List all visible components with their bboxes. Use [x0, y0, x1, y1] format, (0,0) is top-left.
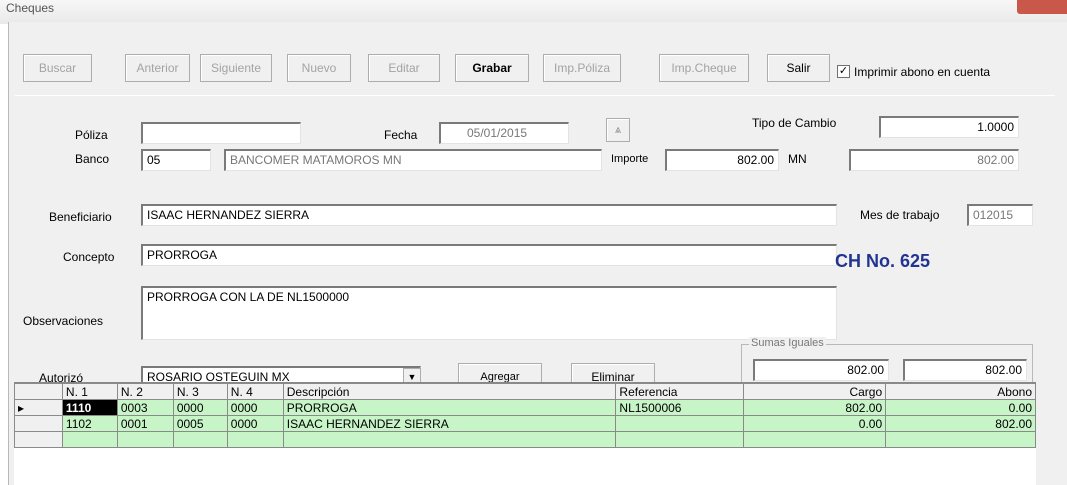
row-header [14, 431, 63, 448]
tipo-cambio-label: Tipo de Cambio [752, 116, 837, 130]
col-header-n4[interactable]: N. 4 [226, 383, 284, 400]
beneficiario-label: Beneficiario [49, 210, 112, 224]
importe-input[interactable]: 802.00 [665, 149, 779, 171]
grid-cell[interactable]: 0.00 [743, 415, 887, 432]
title-bar: Cheques [0, 0, 1067, 24]
col-header-cargo[interactable]: Cargo [743, 383, 887, 400]
grid-cell[interactable]: 0000 [172, 399, 228, 416]
table-row[interactable]: ▸ 1110 0003 0000 0000 PRORROGA NL1500006… [14, 399, 1036, 416]
mes-trabajo-field: 012015 [967, 204, 1033, 226]
current-row-indicator-icon: ▸ [14, 399, 63, 416]
salir-button[interactable]: Salir [767, 54, 830, 82]
col-header-descripcion[interactable]: Descripción [282, 383, 617, 400]
grid-cell[interactable]: PRORROGA [282, 399, 617, 416]
mes-trabajo-label: Mes de trabajo [860, 208, 940, 222]
nuevo-button[interactable]: Nuevo [287, 54, 351, 82]
observaciones-label: Observaciones [23, 314, 104, 328]
buscar-button[interactable]: Buscar [23, 54, 92, 82]
grid-cell[interactable]: 0003 [116, 399, 174, 416]
grid-cell[interactable]: 0005 [172, 415, 228, 432]
col-header-n1[interactable]: N. 1 [61, 383, 118, 400]
beneficiario-input[interactable]: ISAAC HERNANDEZ SIERRA [141, 204, 837, 226]
grid-cell[interactable] [172, 431, 228, 448]
imp-cheque-button[interactable]: Imp.Cheque [659, 54, 749, 82]
sumas-abono-field: 802.00 [903, 359, 1027, 381]
siguiente-button[interactable]: Siguiente [200, 54, 272, 82]
grid-cell[interactable] [61, 431, 118, 448]
check-number: CH No. 625 [835, 251, 931, 271]
col-header-referencia[interactable]: Referencia [615, 383, 745, 400]
row-header-corner [14, 383, 63, 400]
mn-label: MN [788, 152, 807, 166]
grid-cell[interactable]: 802.00 [743, 399, 887, 416]
tipo-cambio-input[interactable]: 1.0000 [879, 116, 1019, 138]
grid-cell[interactable]: 1102 [61, 415, 118, 432]
imp-poliza-button[interactable]: Imp.Póliza [543, 54, 621, 82]
grid-cell[interactable] [226, 431, 284, 448]
col-header-abono[interactable]: Abono [885, 383, 1036, 400]
row-header [14, 415, 63, 432]
observaciones-textarea[interactable]: PRORROGA CON LA DE NL1500000 [141, 286, 837, 340]
toolbar-separator [15, 95, 1055, 96]
col-header-n2[interactable]: N. 2 [116, 383, 174, 400]
col-header-n3[interactable]: N. 3 [172, 383, 228, 400]
poliza-input[interactable] [141, 122, 301, 144]
imprimir-abono-label: Imprimir abono en cuenta [854, 65, 991, 79]
calendar-button[interactable]: ⩓ [606, 118, 630, 142]
grid-cell[interactable]: 802.00 [885, 415, 1036, 432]
concepto-label: Concepto [63, 250, 115, 264]
detalle-grid: N. 1 N. 2 N. 3 N. 4 Descripción Referenc… [14, 382, 1036, 485]
grid-cell[interactable] [615, 415, 745, 432]
grid-cell[interactable]: 1110 [61, 399, 118, 416]
grabar-button[interactable]: Grabar [455, 54, 529, 82]
banco-name-field: BANCOMER MATAMOROS MN [224, 149, 602, 171]
imprimir-abono-checkbox[interactable]: ✓ [837, 65, 850, 78]
table-row[interactable]: 1102 0001 0005 0000 ISAAC HERNANDEZ SIER… [14, 415, 1036, 432]
sumas-cargo-field: 802.00 [753, 359, 889, 381]
table-row-new[interactable] [14, 431, 1036, 448]
grid-cell[interactable]: 0000 [226, 415, 284, 432]
grid-cell[interactable]: 0000 [226, 399, 284, 416]
concepto-input[interactable]: PRORROGA [141, 244, 837, 266]
grid-cell[interactable]: ISAAC HERNANDEZ SIERRA [282, 415, 617, 432]
detalle-table: N. 1 N. 2 N. 3 N. 4 Descripción Referenc… [14, 383, 1036, 448]
sumas-iguales-title: Sumas Iguales [749, 337, 826, 349]
poliza-label: Póliza [75, 128, 108, 142]
close-button[interactable] [1017, 0, 1067, 14]
fecha-label: Fecha [384, 128, 418, 142]
grid-cell[interactable] [282, 431, 617, 448]
fecha-input[interactable]: 05/01/2015 [439, 122, 569, 144]
grid-cell[interactable] [885, 431, 1036, 448]
grid-cell[interactable] [116, 431, 174, 448]
editar-button[interactable]: Editar [368, 54, 440, 82]
banco-code-input[interactable]: 05 [141, 149, 211, 171]
grid-cell[interactable] [615, 431, 745, 448]
grid-cell[interactable]: NL1500006 [615, 399, 745, 416]
banco-label: Banco [75, 152, 110, 166]
importe-label: Importe [611, 153, 649, 165]
anterior-button[interactable]: Anterior [125, 54, 190, 82]
calendar-icon: ⩓ [614, 124, 622, 136]
importe-mn-field: 802.00 [849, 149, 1019, 171]
grid-cell[interactable] [743, 431, 887, 448]
window-title: Cheques [6, 1, 55, 15]
grid-header-row: N. 1 N. 2 N. 3 N. 4 Descripción Referenc… [14, 383, 1036, 400]
grid-cell[interactable]: 0001 [116, 415, 174, 432]
grid-cell[interactable]: 0.00 [885, 399, 1036, 416]
